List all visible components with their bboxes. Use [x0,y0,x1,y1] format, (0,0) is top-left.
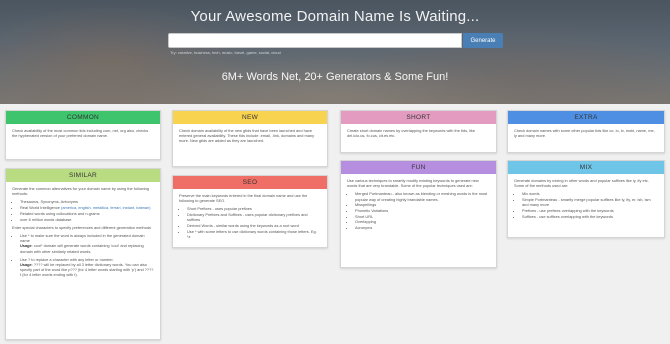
card-mix[interactable]: MIX Generate domains by mixing in other … [507,160,665,238]
example-links[interactable]: (america, english, metallica, ferrari, i… [61,205,151,210]
list-item: Use ? to replace a character with any le… [20,257,154,278]
list-item: Misspellings [355,202,490,207]
card-new[interactable]: NEW Check domain availability of the new… [172,110,328,167]
card-common-header[interactable]: COMMON [6,111,160,124]
list-item: Simple Portmanteau - smartly merge popul… [522,197,658,207]
card-new-body: Check domain availability of the new gtl… [173,124,327,151]
list-item-text: Real World Intelligence [20,205,60,211]
card-short-desc: Create short domain names by overlapping… [347,128,476,139]
list-item: Use * to make sure the word is always in… [20,233,154,254]
usage-example: : cool* domain will generate words conta… [20,243,144,254]
card-extra-body: Check domain names with some other popul… [508,124,664,145]
hero-banner: Your Awesome Domain Name Is Waiting... G… [0,0,670,104]
card-similar-header[interactable]: SIMILAR [6,169,160,182]
list-item: Dictionary Prefixes and Suffixes - uses … [187,212,321,222]
list-item: Mix words [522,191,658,196]
card-fun-list: Merged Portmanteau - also known as blend… [347,191,490,230]
card-extra-desc: Check domain names with some other popul… [514,128,655,139]
list-item: Phonetic Variations [355,208,490,213]
list-item: Merged Portmanteau - also known as blend… [355,191,490,201]
card-fun-intro: Use various techniques to smartly modify… [347,178,479,189]
card-similar-intro: Generate the common alternatives for you… [12,186,149,197]
hero-subtitle: 6M+ Words Net, 20+ Generators & Some Fun… [221,71,449,83]
card-common[interactable]: COMMON Check availability of the most co… [5,110,161,160]
card-similar-special-intro: Enter special characters to specify pref… [12,224,151,230]
card-similar-body: Generate the common alternatives for you… [6,182,160,285]
try-suggestions[interactable]: Try: creative, business, tech, music, tr… [170,50,281,55]
list-item: Acronyms [355,225,490,230]
list-item: Suffixes - use suffixes overlapping with… [522,214,658,219]
list-item: Real World Intelligence (america, englis… [20,205,154,210]
card-short-body: Create short domain names by overlapping… [341,124,496,145]
card-similar-usage-list: Use * to make sure the word is always in… [12,233,154,278]
card-similar[interactable]: SIMILAR Generate the common alternatives… [5,168,161,340]
card-mix-body: Generate domains by mixing in other word… [508,174,664,226]
card-common-body: Check availability of the most common tl… [6,124,160,145]
card-mix-intro: Generate domains by mixing in other word… [514,178,649,189]
card-seo-header[interactable]: SEO [173,176,327,189]
generate-button[interactable]: Generate [463,33,503,48]
card-new-desc: Check domain availability of the new gtl… [179,128,315,144]
card-extra[interactable]: EXTRA Check domain names with some other… [507,110,665,153]
list-item: Use * with some letters to use dictionar… [187,229,321,239]
list-item: Thesaurus, Synonyms, Antonyms [20,199,154,204]
card-mix-list: Mix words Simple Portmanteau - smartly m… [514,191,658,219]
card-seo[interactable]: SEO Preserve the main keywords entered i… [172,175,328,248]
list-item: Short Prefixes - uses popular prefixes [187,206,321,211]
card-seo-intro: Preserve the main keywords entered in th… [179,193,308,204]
card-short[interactable]: SHORT Create short domain names by overl… [340,110,497,153]
card-mix-header[interactable]: MIX [508,161,664,174]
card-fun[interactable]: FUN Use various techniques to smartly mo… [340,160,497,268]
card-seo-body: Preserve the main keywords entered in th… [173,189,327,246]
usage-example: : ???? will be replaced by all 3 letter … [20,261,154,278]
card-fun-body: Use various techniques to smartly modify… [341,174,496,237]
list-item: Derived Words - similar words using the … [187,223,321,228]
card-seo-list: Short Prefixes - uses popular prefixes D… [179,206,321,239]
usage-desc: Use * to make sure the word is always in… [20,232,145,244]
card-fun-header[interactable]: FUN [341,161,496,174]
card-short-header[interactable]: SHORT [341,111,496,124]
list-item: Prefixes - use prefixes overlapping with… [522,208,658,213]
card-extra-header[interactable]: EXTRA [508,111,664,124]
list-item: Short URL [355,214,490,219]
card-new-header[interactable]: NEW [173,111,327,124]
card-similar-list: Thesaurus, Synonyms, Antonyms Real World… [12,199,154,221]
hero-title: Your Awesome Domain Name Is Waiting... [190,8,480,25]
card-common-desc: Check availability of the most common tl… [12,128,149,139]
list-item: Related words using collocations and n-g… [20,211,154,216]
list-item: over 6 million words database [20,217,154,222]
list-item: Overlapping [355,219,490,224]
domain-search-input[interactable] [168,33,462,48]
